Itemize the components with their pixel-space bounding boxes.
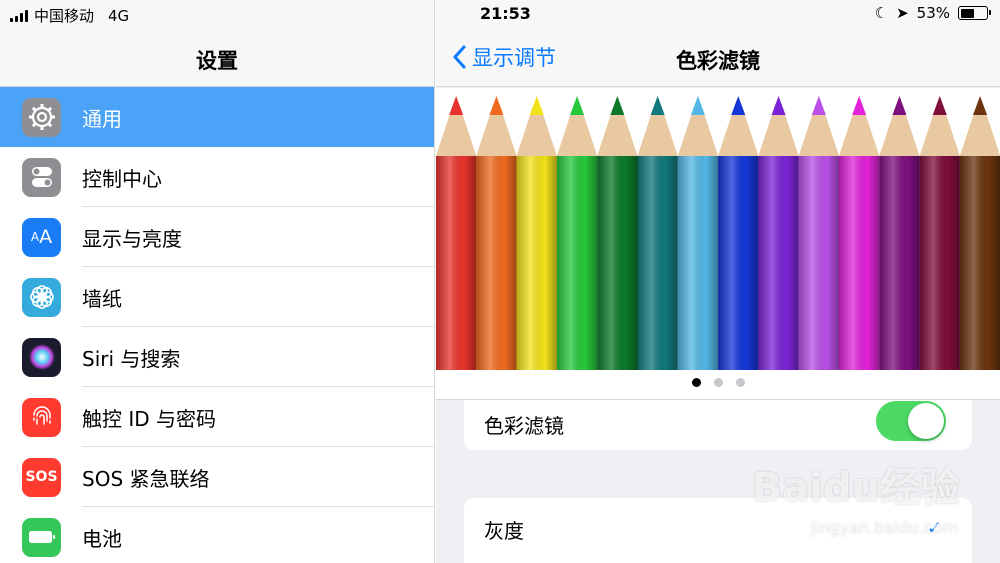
sos-icon: SOS bbox=[22, 457, 61, 497]
color-filters-panel: 显示调节 色彩滤镜 色彩滤镜 灰度 ✓ Baidu经验 jingyan.baid… bbox=[436, 0, 1000, 563]
page-dot bbox=[735, 378, 745, 387]
status-bar: 中国移动 4G 21:53 ☾ ➤ 53% bbox=[0, 0, 1000, 30]
sidebar-item-display-brightness[interactable]: AA 显示与亮度 bbox=[0, 207, 434, 267]
settings-menu: 通用 控制中心 AA 显示与亮度 墙纸 Siri 与搜索 触控 ID 与密码 S… bbox=[0, 87, 434, 563]
sidebar-item-emergency-sos[interactable]: SOS SOS 紧急联络 bbox=[0, 447, 434, 507]
pencil bbox=[637, 96, 678, 370]
color-filters-switch[interactable] bbox=[876, 401, 946, 441]
carrier-name: 中国移动 bbox=[34, 7, 95, 25]
clock-time: 21:53 bbox=[480, 4, 531, 23]
settings-sidebar: 设置 通用 控制中心 AA 显示与亮度 墙纸 Siri 与搜索 触控 ID 与密… bbox=[0, 0, 435, 563]
sidebar-item-label: 控制中心 bbox=[82, 166, 162, 191]
moon-icon: ☾ bbox=[874, 4, 889, 22]
control-center-icon bbox=[22, 157, 61, 197]
sidebar-item-label: 墙纸 bbox=[82, 286, 122, 311]
battery-percent: 53% bbox=[916, 4, 950, 22]
pencil bbox=[556, 96, 598, 370]
sidebar-item-label: 触控 ID 与密码 bbox=[82, 406, 217, 431]
pencil bbox=[476, 96, 517, 370]
sidebar-item-control-center[interactable]: 控制中心 bbox=[0, 147, 434, 207]
colored-pencils-image bbox=[436, 96, 1000, 370]
siri-icon bbox=[22, 337, 61, 377]
wallpaper-flower-icon bbox=[22, 277, 61, 317]
watermark-logo: Baidu经验 bbox=[751, 465, 960, 511]
status-right: ☾ ➤ 53% bbox=[874, 4, 991, 22]
pencil bbox=[677, 96, 719, 370]
signal-strength-icon bbox=[10, 9, 28, 22]
gear-icon bbox=[22, 97, 61, 137]
color-filters-toggle-row: 色彩滤镜 bbox=[464, 400, 972, 450]
pencil bbox=[718, 96, 759, 370]
page-title: 色彩滤镜 bbox=[676, 49, 760, 73]
network-type: 4G bbox=[108, 6, 130, 25]
color-filters-label: 色彩滤镜 bbox=[484, 414, 564, 438]
sidebar-item-label: SOS 紧急联络 bbox=[82, 466, 210, 491]
watermark-url: jingyan.baidu.com bbox=[810, 518, 958, 537]
sidebar-item-touch-id-passcode[interactable]: 触控 ID 与密码 bbox=[0, 387, 434, 447]
grayscale-label: 灰度 bbox=[484, 519, 524, 543]
sidebar-item-general[interactable]: 通用 bbox=[0, 87, 434, 147]
status-left: 中国移动 4G bbox=[10, 5, 129, 26]
pencil bbox=[959, 96, 1000, 370]
pencil bbox=[798, 96, 839, 370]
display-brightness-icon: AA bbox=[22, 217, 61, 257]
battery-icon bbox=[22, 517, 61, 557]
page-indicator[interactable] bbox=[436, 378, 1000, 387]
sidebar-item-label: 电池 bbox=[82, 526, 122, 551]
sidebar-item-label: 通用 bbox=[82, 106, 122, 131]
sidebar-item-wallpaper[interactable]: 墙纸 bbox=[0, 267, 434, 327]
pencil bbox=[839, 96, 880, 370]
pencil bbox=[436, 96, 477, 370]
page-dot bbox=[691, 378, 701, 387]
pencil bbox=[758, 96, 799, 370]
pencil bbox=[879, 96, 920, 370]
pencil bbox=[919, 96, 960, 370]
pencil bbox=[516, 96, 557, 370]
location-arrow-icon: ➤ bbox=[896, 4, 909, 22]
battery-status-icon bbox=[958, 6, 991, 20]
sidebar-item-label: Siri 与搜索 bbox=[82, 346, 181, 371]
fingerprint-icon bbox=[22, 397, 61, 437]
sidebar-item-battery[interactable]: 电池 bbox=[0, 507, 434, 563]
sidebar-item-siri-search[interactable]: Siri 与搜索 bbox=[0, 327, 434, 387]
page-dot bbox=[713, 378, 723, 387]
filter-preview-carousel[interactable] bbox=[436, 88, 1000, 400]
pencil bbox=[597, 96, 638, 370]
sidebar-title: 设置 bbox=[196, 49, 238, 73]
sidebar-item-label: 显示与亮度 bbox=[82, 226, 182, 251]
